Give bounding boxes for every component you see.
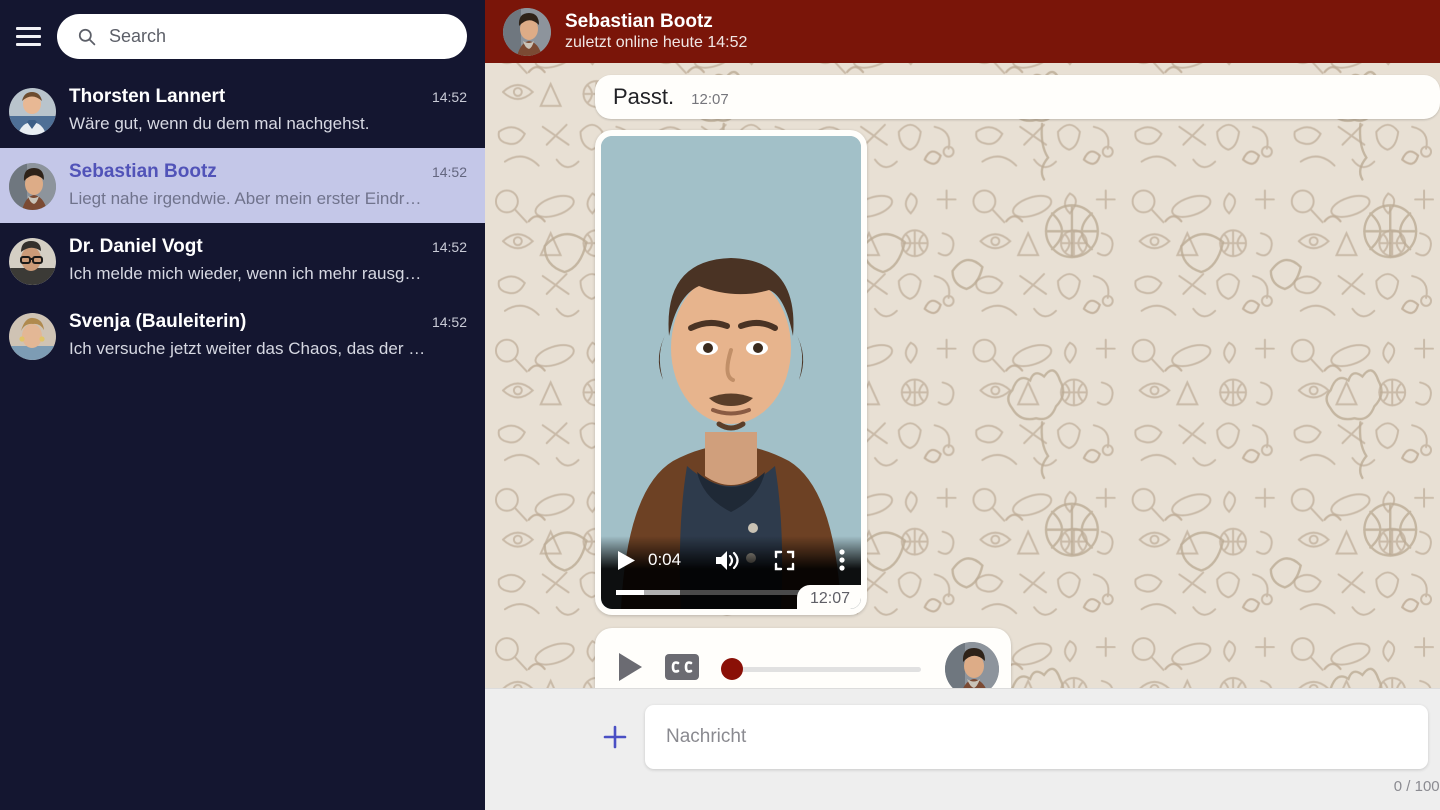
cc-icon[interactable]: [665, 653, 699, 685]
avatar: [9, 88, 56, 135]
chat-item-name: Dr. Daniel Vogt: [69, 236, 203, 257]
message-input[interactable]: Nachricht: [645, 705, 1428, 769]
plus-icon[interactable]: [585, 724, 645, 750]
video-player[interactable]: 0:04 12:07: [601, 136, 861, 609]
message-placeholder: Nachricht: [666, 726, 747, 747]
search-input[interactable]: Search: [57, 14, 467, 59]
chat-list-item-3[interactable]: Svenja (Bauleiterin) 14:52 Ich versuche …: [0, 298, 485, 373]
contact-avatar[interactable]: [503, 7, 551, 56]
chat-item-content: Dr. Daniel Vogt 14:52 Ich melde mich wie…: [69, 236, 467, 284]
avatar: [9, 238, 56, 285]
conversation-header: Sebastian Bootz zuletzt online heute 14:…: [485, 0, 1440, 63]
hamburger-menu-icon[interactable]: [8, 17, 48, 57]
play-icon[interactable]: [617, 550, 636, 571]
video-current-time: 0:04: [648, 550, 682, 569]
chat-item-name: Svenja (Bauleiterin): [69, 311, 247, 332]
more-vertical-icon[interactable]: [839, 549, 845, 571]
conversation-panel: Sebastian Bootz zuletzt online heute 14:…: [485, 0, 1440, 810]
chat-item-time: 14:52: [431, 164, 467, 180]
chat-item-time: 14:52: [431, 89, 467, 105]
chat-list-item-0[interactable]: Thorsten Lannert 14:52 Wäre gut, wenn du…: [0, 73, 485, 148]
message-bubble-video[interactable]: 0:04 12:07: [595, 130, 867, 615]
avatar: [9, 313, 56, 360]
contact-status: zuletzt online heute 14:52: [565, 34, 748, 51]
chat-item-name: Thorsten Lannert: [69, 86, 226, 107]
audio-controls: [617, 642, 999, 688]
fullscreen-icon[interactable]: [774, 550, 795, 571]
message-bubble-audio[interactable]: 00:00 12:07: [595, 628, 1011, 688]
contact-name: Sebastian Bootz: [565, 11, 713, 32]
avatar: [945, 642, 999, 688]
chat-item-content: Thorsten Lannert 14:52 Wäre gut, wenn du…: [69, 86, 467, 134]
chat-list-sidebar: Search Thorsten Lannert 14:52 Wäre gut, …: [0, 0, 485, 810]
chat-item-preview: Liegt nahe irgendwie. Aber mein erster E…: [69, 189, 422, 208]
message-list: Passt. 12:07 0:04 12:07: [485, 63, 1440, 688]
message-timestamp: 12:07: [691, 91, 729, 108]
chat-item-content: Svenja (Bauleiterin) 14:52 Ich versuche …: [69, 311, 467, 359]
chat-item-preview: Ich melde mich wieder, wenn ich mehr rau…: [69, 264, 422, 283]
chat-item-time: 14:52: [431, 239, 467, 255]
messenger-app: Search Thorsten Lannert 14:52 Wäre gut, …: [0, 0, 1440, 810]
audio-progress-slider[interactable]: [721, 658, 921, 680]
sidebar-search-row: Search: [0, 0, 485, 73]
search-placeholder: Search: [109, 26, 167, 46]
volume-icon[interactable]: [715, 550, 739, 571]
avatar: [9, 163, 56, 210]
message-bubble-text[interactable]: Passt. 12:07: [595, 75, 1440, 119]
chat-item-preview: Ich versuche jetzt weiter das Chaos, das…: [69, 339, 426, 358]
chat-item-time: 14:52: [431, 314, 467, 330]
chat-item-preview: Wäre gut, wenn du dem mal nachgehst.: [69, 114, 370, 133]
contact-info: Sebastian Bootz zuletzt online heute 14:…: [565, 11, 747, 52]
message-composer: Nachricht 0 / 1000: [485, 688, 1440, 810]
chat-item-content: Sebastian Bootz 14:52 Liegt nahe irgendw…: [69, 161, 467, 209]
video-timestamp: 12:07: [796, 585, 861, 609]
message-text: Passt.: [613, 84, 675, 109]
chat-list-item-1[interactable]: Sebastian Bootz 14:52 Liegt nahe irgendw…: [0, 148, 485, 223]
chat-item-name: Sebastian Bootz: [69, 161, 217, 182]
messages-container: Passt. 12:07 0:04 12:07: [485, 63, 1440, 688]
chat-list-item-2[interactable]: Dr. Daniel Vogt 14:52 Ich melde mich wie…: [0, 223, 485, 298]
search-icon: [78, 28, 96, 46]
audio-slider-knob[interactable]: [721, 658, 743, 680]
character-counter: 0 / 1000: [1393, 778, 1440, 795]
play-icon[interactable]: [617, 652, 643, 687]
